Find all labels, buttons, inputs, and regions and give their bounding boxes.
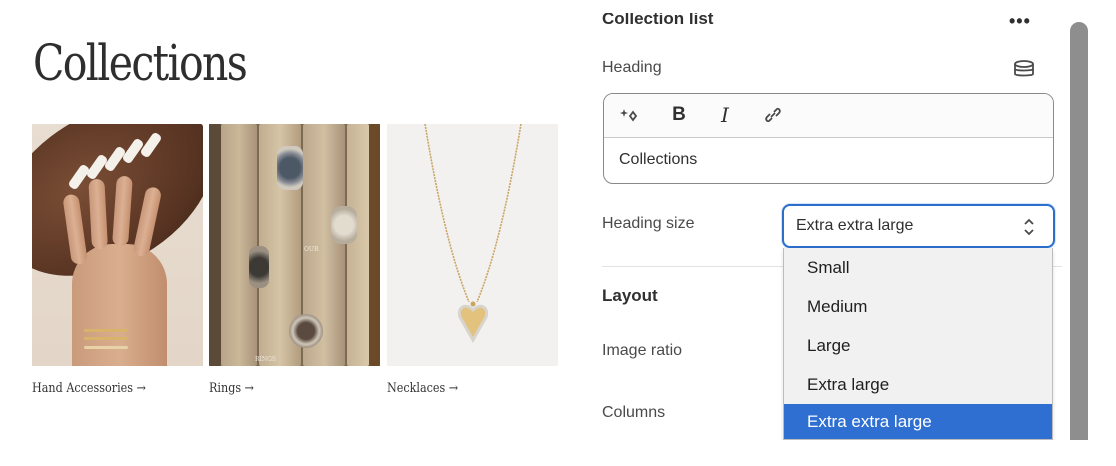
image-text-our: OUR — [304, 246, 319, 253]
bottom-margin — [585, 440, 1116, 466]
heading-rich-text-editor[interactable]: B I Collections — [603, 93, 1054, 184]
more-options-icon[interactable]: ••• — [1009, 11, 1031, 32]
editor-toolbar: B I — [604, 94, 1053, 138]
collection-card-hand-accessories[interactable]: Hand Accessories → — [32, 124, 203, 396]
scrollbar[interactable] — [1070, 22, 1088, 442]
heading-size-value: Extra extra large — [796, 217, 914, 234]
heading-size-dropdown: Small Medium Large Extra large Extra ext… — [783, 248, 1053, 440]
card-label: Necklaces — [387, 381, 446, 396]
image-text-rings: RINGS — [255, 356, 277, 363]
heading-size-label: Heading size — [602, 215, 695, 232]
italic-icon[interactable]: I — [712, 103, 738, 127]
bold-icon[interactable]: B — [666, 103, 692, 127]
necklaces-link[interactable]: Necklaces → — [387, 381, 458, 396]
layout-heading: Layout — [602, 286, 658, 305]
rings-image[interactable]: OUR RINGS — [209, 124, 380, 366]
section-title: Collection list — [602, 9, 714, 28]
option-large[interactable]: Large — [784, 328, 1052, 364]
collection-card-necklaces[interactable]: Necklaces → — [387, 124, 558, 396]
option-extra-extra-large[interactable]: Extra extra large — [784, 404, 1052, 439]
necklaces-image[interactable] — [387, 124, 558, 366]
database-icon[interactable] — [1013, 60, 1035, 78]
option-small[interactable]: Small — [784, 250, 1052, 286]
chevron-up-down-icon — [1024, 218, 1034, 236]
heading-size-select[interactable]: Extra extra large — [782, 204, 1055, 248]
collection-card-rings[interactable]: OUR RINGS Rings → — [209, 124, 380, 396]
hand-accessories-image[interactable] — [32, 124, 203, 366]
necklace-illustration — [424, 124, 522, 344]
arrow-right-icon: → — [244, 381, 254, 396]
collections-heading: Collections — [33, 34, 248, 92]
card-label: Hand Accessories — [32, 381, 134, 396]
storefront-preview: Collections Hand Accessories → OUR RINGS… — [0, 0, 585, 466]
hand-accessories-link[interactable]: Hand Accessories → — [32, 381, 146, 396]
card-label: Rings — [209, 381, 242, 396]
rings-link[interactable]: Rings → — [209, 381, 254, 396]
columns-label: Columns — [602, 404, 666, 421]
option-extra-large[interactable]: Extra large — [784, 367, 1052, 403]
link-icon[interactable] — [760, 103, 786, 127]
arrow-right-icon: → — [448, 381, 459, 396]
section-settings-panel: Collection list ••• Heading B I Collecti… — [585, 0, 1116, 466]
editor-content[interactable]: Collections — [619, 151, 697, 169]
magic-icon[interactable] — [618, 103, 644, 127]
heading-label: Heading — [602, 59, 662, 76]
arrow-right-icon: → — [136, 381, 146, 396]
image-ratio-label: Image ratio — [602, 342, 683, 359]
option-medium[interactable]: Medium — [784, 289, 1052, 325]
